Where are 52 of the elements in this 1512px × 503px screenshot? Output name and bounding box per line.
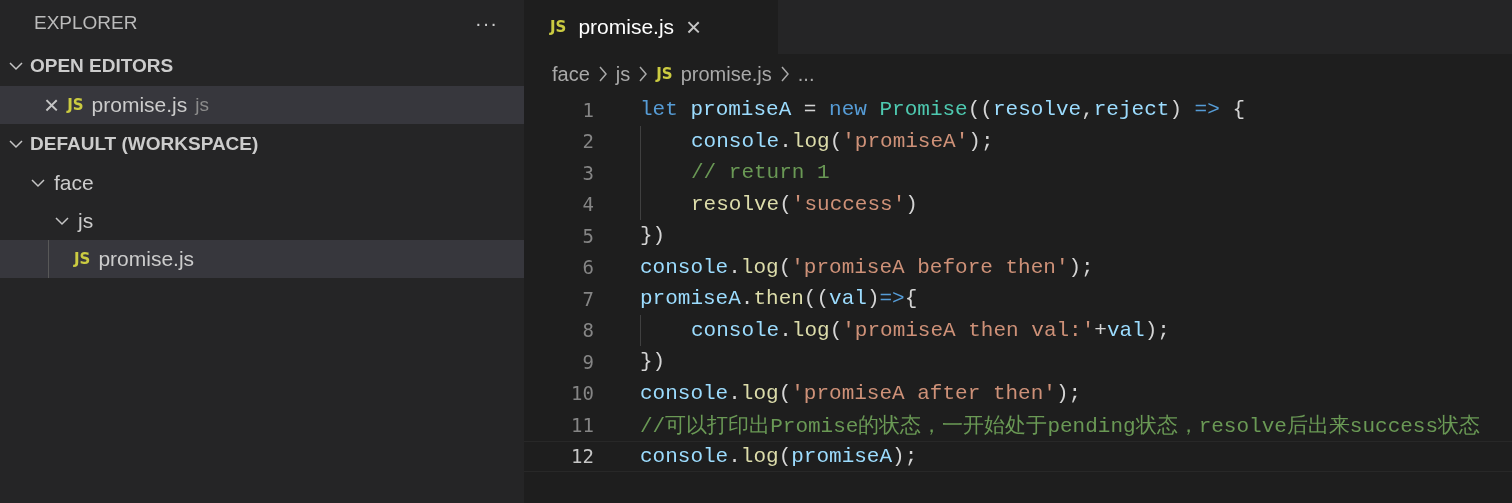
line-number: 12	[570, 445, 594, 468]
file-name: face	[54, 171, 94, 195]
chevron-right-icon	[638, 65, 649, 83]
line-number: 2	[581, 130, 594, 153]
line-number: 5	[581, 224, 594, 247]
more-button[interactable]: ···	[475, 11, 498, 35]
code-line: // return 1	[691, 161, 830, 185]
code-line: console.log('promiseA');	[691, 129, 994, 153]
chevron-right-icon	[597, 65, 608, 83]
section-header[interactable]: OPEN EDITORS	[30, 55, 174, 77]
file-name: promise.js	[91, 93, 188, 117]
line-number: 11	[570, 413, 594, 436]
code-line: console.log(promiseA);	[640, 444, 918, 468]
file-name: js	[78, 209, 94, 233]
code-line: console.log('promiseA then val:'+val);	[691, 318, 1170, 342]
close-button[interactable]: ×	[44, 92, 60, 118]
close-button[interactable]: ×	[686, 14, 702, 40]
open-editor-row[interactable]: × JS promise.js js	[0, 86, 524, 124]
breadcrumb[interactable]: ...	[797, 62, 815, 86]
chevron-right-icon	[779, 65, 790, 83]
code-line: let promiseA = new Promise((resolve,reject) => {	[640, 98, 1246, 122]
code-line: })	[640, 350, 666, 374]
line-number: 3	[581, 161, 594, 184]
code-line: })	[640, 224, 666, 248]
line-number: 7	[581, 287, 594, 310]
breadcrumb[interactable]: js	[615, 62, 631, 86]
editor-tab[interactable]: JS promise.js ×	[524, 0, 778, 54]
js-file-icon: JS	[656, 65, 673, 83]
code-line: resolve('success')	[691, 192, 918, 216]
line-number: 6	[581, 256, 594, 279]
line-number: 4	[581, 193, 594, 216]
file-row[interactable]: JS promise.js	[0, 240, 524, 278]
line-number: 10	[570, 382, 594, 405]
breadcrumb[interactable]: promise.js	[680, 62, 772, 86]
folder-row[interactable]: js	[0, 202, 524, 240]
section-header[interactable]: DEFAULT (WORKSPACE)	[30, 133, 259, 155]
code-line: console.log('promiseA before then');	[640, 255, 1094, 279]
line-number: 8	[581, 319, 594, 342]
file-name: promise.js	[98, 247, 195, 271]
folder-row[interactable]: face	[0, 164, 524, 202]
code-line: promiseA.then((val)=>{	[640, 287, 918, 311]
breadcrumb[interactable]: face	[552, 62, 590, 86]
line-number: 9	[581, 350, 594, 373]
sidebar-title: EXPLORER	[34, 12, 138, 34]
line-number: 1	[581, 98, 594, 121]
file-folder: js	[195, 94, 209, 116]
js-file-icon: JS	[67, 96, 84, 114]
js-file-icon: JS	[550, 18, 567, 36]
tab-label: promise.js	[578, 15, 675, 39]
code-line: //可以打印出Promise的状态，一开始处于pending状态，resolve后出来success状态	[640, 413, 1481, 439]
code-line: console.log('promiseA after then');	[640, 381, 1082, 405]
js-file-icon: JS	[74, 250, 91, 268]
